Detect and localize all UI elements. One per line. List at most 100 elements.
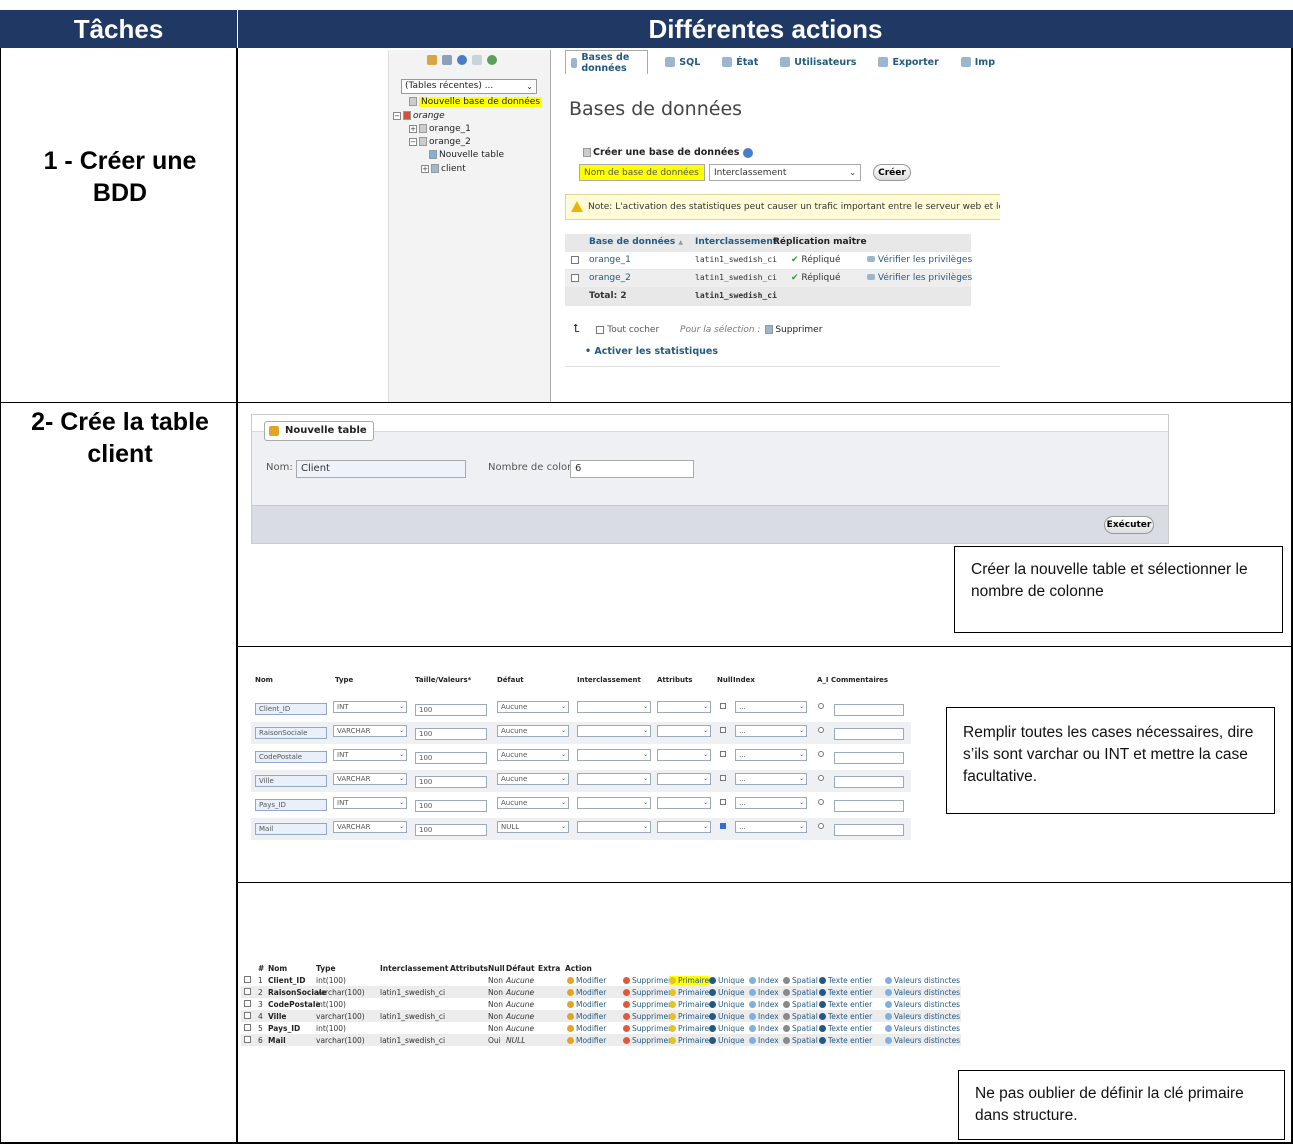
docs-icon[interactable] <box>472 55 482 65</box>
action-valeurs-distinctes[interactable]: Valeurs distinctes <box>885 988 960 997</box>
col-db[interactable]: Base de données ▲ <box>589 237 683 247</box>
null-checkbox[interactable] <box>720 751 726 757</box>
collation-select[interactable]: ⌄ <box>577 725 651 737</box>
tree-db-orange2[interactable]: − orange_2 <box>409 137 471 147</box>
db-name-input[interactable]: Nom de base de données <box>579 164 705 181</box>
tab-users[interactable]: Utilisateurs <box>775 50 861 74</box>
column-name-input[interactable]: RaisonSociale <box>255 727 327 739</box>
type-select[interactable]: VARCHAR ⌄ <box>333 773 407 785</box>
size-input[interactable]: 100 <box>415 704 487 716</box>
action-spatial[interactable]: Spatial <box>783 976 818 985</box>
check-privileges-link[interactable]: Vérifier les privilèges <box>867 255 972 265</box>
enable-stats-link[interactable]: • Activer les statistiques <box>585 346 718 357</box>
action-unique[interactable]: Unique <box>709 1000 744 1009</box>
action-supprimer[interactable]: Supprimer <box>623 1036 671 1045</box>
type-select[interactable]: INT ⌄ <box>333 749 407 761</box>
action-supprimer[interactable]: Supprimer <box>623 1000 671 1009</box>
auto-increment-checkbox[interactable] <box>818 727 824 733</box>
action-primaire[interactable]: Primaire <box>669 1024 709 1033</box>
action-supprimer[interactable]: Supprimer <box>623 1012 671 1021</box>
comments-input[interactable] <box>834 824 904 836</box>
auto-increment-checkbox[interactable] <box>818 823 824 829</box>
action-texte-entier[interactable]: Texte entier <box>819 1024 872 1033</box>
logout-icon[interactable] <box>442 55 452 65</box>
execute-button[interactable]: Exécuter <box>1104 516 1154 534</box>
row-checkbox[interactable] <box>571 273 579 283</box>
action-spatial[interactable]: Spatial <box>783 1036 818 1045</box>
action-supprimer[interactable]: Supprimer <box>623 988 671 997</box>
comments-input[interactable] <box>834 752 904 764</box>
action-spatial[interactable]: Spatial <box>783 988 818 997</box>
action-modifier[interactable]: Modifier <box>567 1036 606 1045</box>
action-supprimer[interactable]: Supprimer <box>623 976 671 985</box>
collation-select[interactable]: ⌄ <box>577 797 651 809</box>
row-checkbox[interactable] <box>244 1012 251 1019</box>
column-name-input[interactable]: Pays_ID <box>255 799 327 811</box>
tree-new-db[interactable]: Nouvelle base de données <box>407 97 543 107</box>
action-primaire[interactable]: Primaire <box>669 1000 709 1009</box>
collation-select[interactable]: ⌄ <box>577 821 651 833</box>
size-input[interactable]: 100 <box>415 728 487 740</box>
index-select[interactable]: ... ⌄ <box>735 821 807 833</box>
default-select[interactable]: Aucune ⌄ <box>497 701 569 713</box>
collapse-icon[interactable]: − <box>393 111 401 120</box>
help-icon[interactable] <box>457 55 467 65</box>
size-input[interactable]: 100 <box>415 824 487 836</box>
column-name-input[interactable]: Client_ID <box>255 703 327 715</box>
default-select[interactable]: Aucune ⌄ <box>497 797 569 809</box>
index-select[interactable]: ... ⌄ <box>735 773 807 785</box>
tree-new-table[interactable]: Nouvelle table <box>427 150 504 160</box>
expand-icon[interactable]: + <box>421 164 429 173</box>
action-modifier[interactable]: Modifier <box>567 988 606 997</box>
row-checkbox[interactable] <box>244 1000 251 1007</box>
tab-import[interactable]: Imp <box>956 50 1000 74</box>
auto-increment-checkbox[interactable] <box>818 703 824 709</box>
action-primaire[interactable]: Primaire <box>669 1036 709 1045</box>
tab-export[interactable]: Exporter <box>873 50 943 74</box>
comments-input[interactable] <box>834 728 904 740</box>
size-input[interactable]: 100 <box>415 752 487 764</box>
action-valeurs-distinctes[interactable]: Valeurs distinctes <box>885 1024 960 1033</box>
action-unique[interactable]: Unique <box>709 1012 744 1021</box>
comments-input[interactable] <box>834 776 904 788</box>
action-index[interactable]: Index <box>749 1000 779 1009</box>
size-input[interactable]: 100 <box>415 776 487 788</box>
row-checkbox[interactable] <box>244 976 251 983</box>
collation-select[interactable]: ⌄ <box>577 749 651 761</box>
home-icon[interactable] <box>427 55 437 65</box>
type-select[interactable]: VARCHAR ⌄ <box>333 725 407 737</box>
auto-increment-checkbox[interactable] <box>818 751 824 757</box>
type-select[interactable]: VARCHAR ⌄ <box>333 821 407 833</box>
expand-icon[interactable]: + <box>409 124 417 133</box>
attributes-select[interactable]: ⌄ <box>657 749 711 761</box>
attributes-select[interactable]: ⌄ <box>657 797 711 809</box>
collapse-icon[interactable]: − <box>409 137 417 146</box>
tree-table-client[interactable]: + client <box>421 164 466 174</box>
action-supprimer[interactable]: Supprimer <box>623 1024 671 1033</box>
action-spatial[interactable]: Spatial <box>783 1000 818 1009</box>
action-index[interactable]: Index <box>749 1036 779 1045</box>
null-checkbox[interactable] <box>720 799 726 805</box>
settings-icon[interactable] <box>487 55 497 65</box>
null-checkbox[interactable] <box>720 703 726 709</box>
db-link[interactable]: orange_1 <box>589 255 631 265</box>
row-checkbox[interactable] <box>244 988 251 995</box>
table-name-input[interactable]: Client <box>296 460 466 478</box>
action-spatial[interactable]: Spatial <box>783 1012 818 1021</box>
tab-sql[interactable]: SQL <box>660 50 705 74</box>
action-modifier[interactable]: Modifier <box>567 1024 606 1033</box>
action-valeurs-distinctes[interactable]: Valeurs distinctes <box>885 1000 960 1009</box>
null-checkbox[interactable] <box>720 823 726 829</box>
tab-databases[interactable]: Bases de données <box>565 50 649 74</box>
action-texte-entier[interactable]: Texte entier <box>819 1000 872 1009</box>
action-index[interactable]: Index <box>749 1024 779 1033</box>
action-index[interactable]: Index <box>749 976 779 985</box>
size-input[interactable]: 100 <box>415 800 487 812</box>
action-unique[interactable]: Unique <box>709 1024 744 1033</box>
type-select[interactable]: INT ⌄ <box>333 701 407 713</box>
collation-select[interactable]: ⌄ <box>577 773 651 785</box>
action-primaire[interactable]: Primaire <box>669 1012 709 1021</box>
create-button[interactable]: Créer <box>873 164 911 181</box>
column-name-input[interactable]: CodePostale <box>255 751 327 763</box>
default-select[interactable]: NULL ⌄ <box>497 821 569 833</box>
